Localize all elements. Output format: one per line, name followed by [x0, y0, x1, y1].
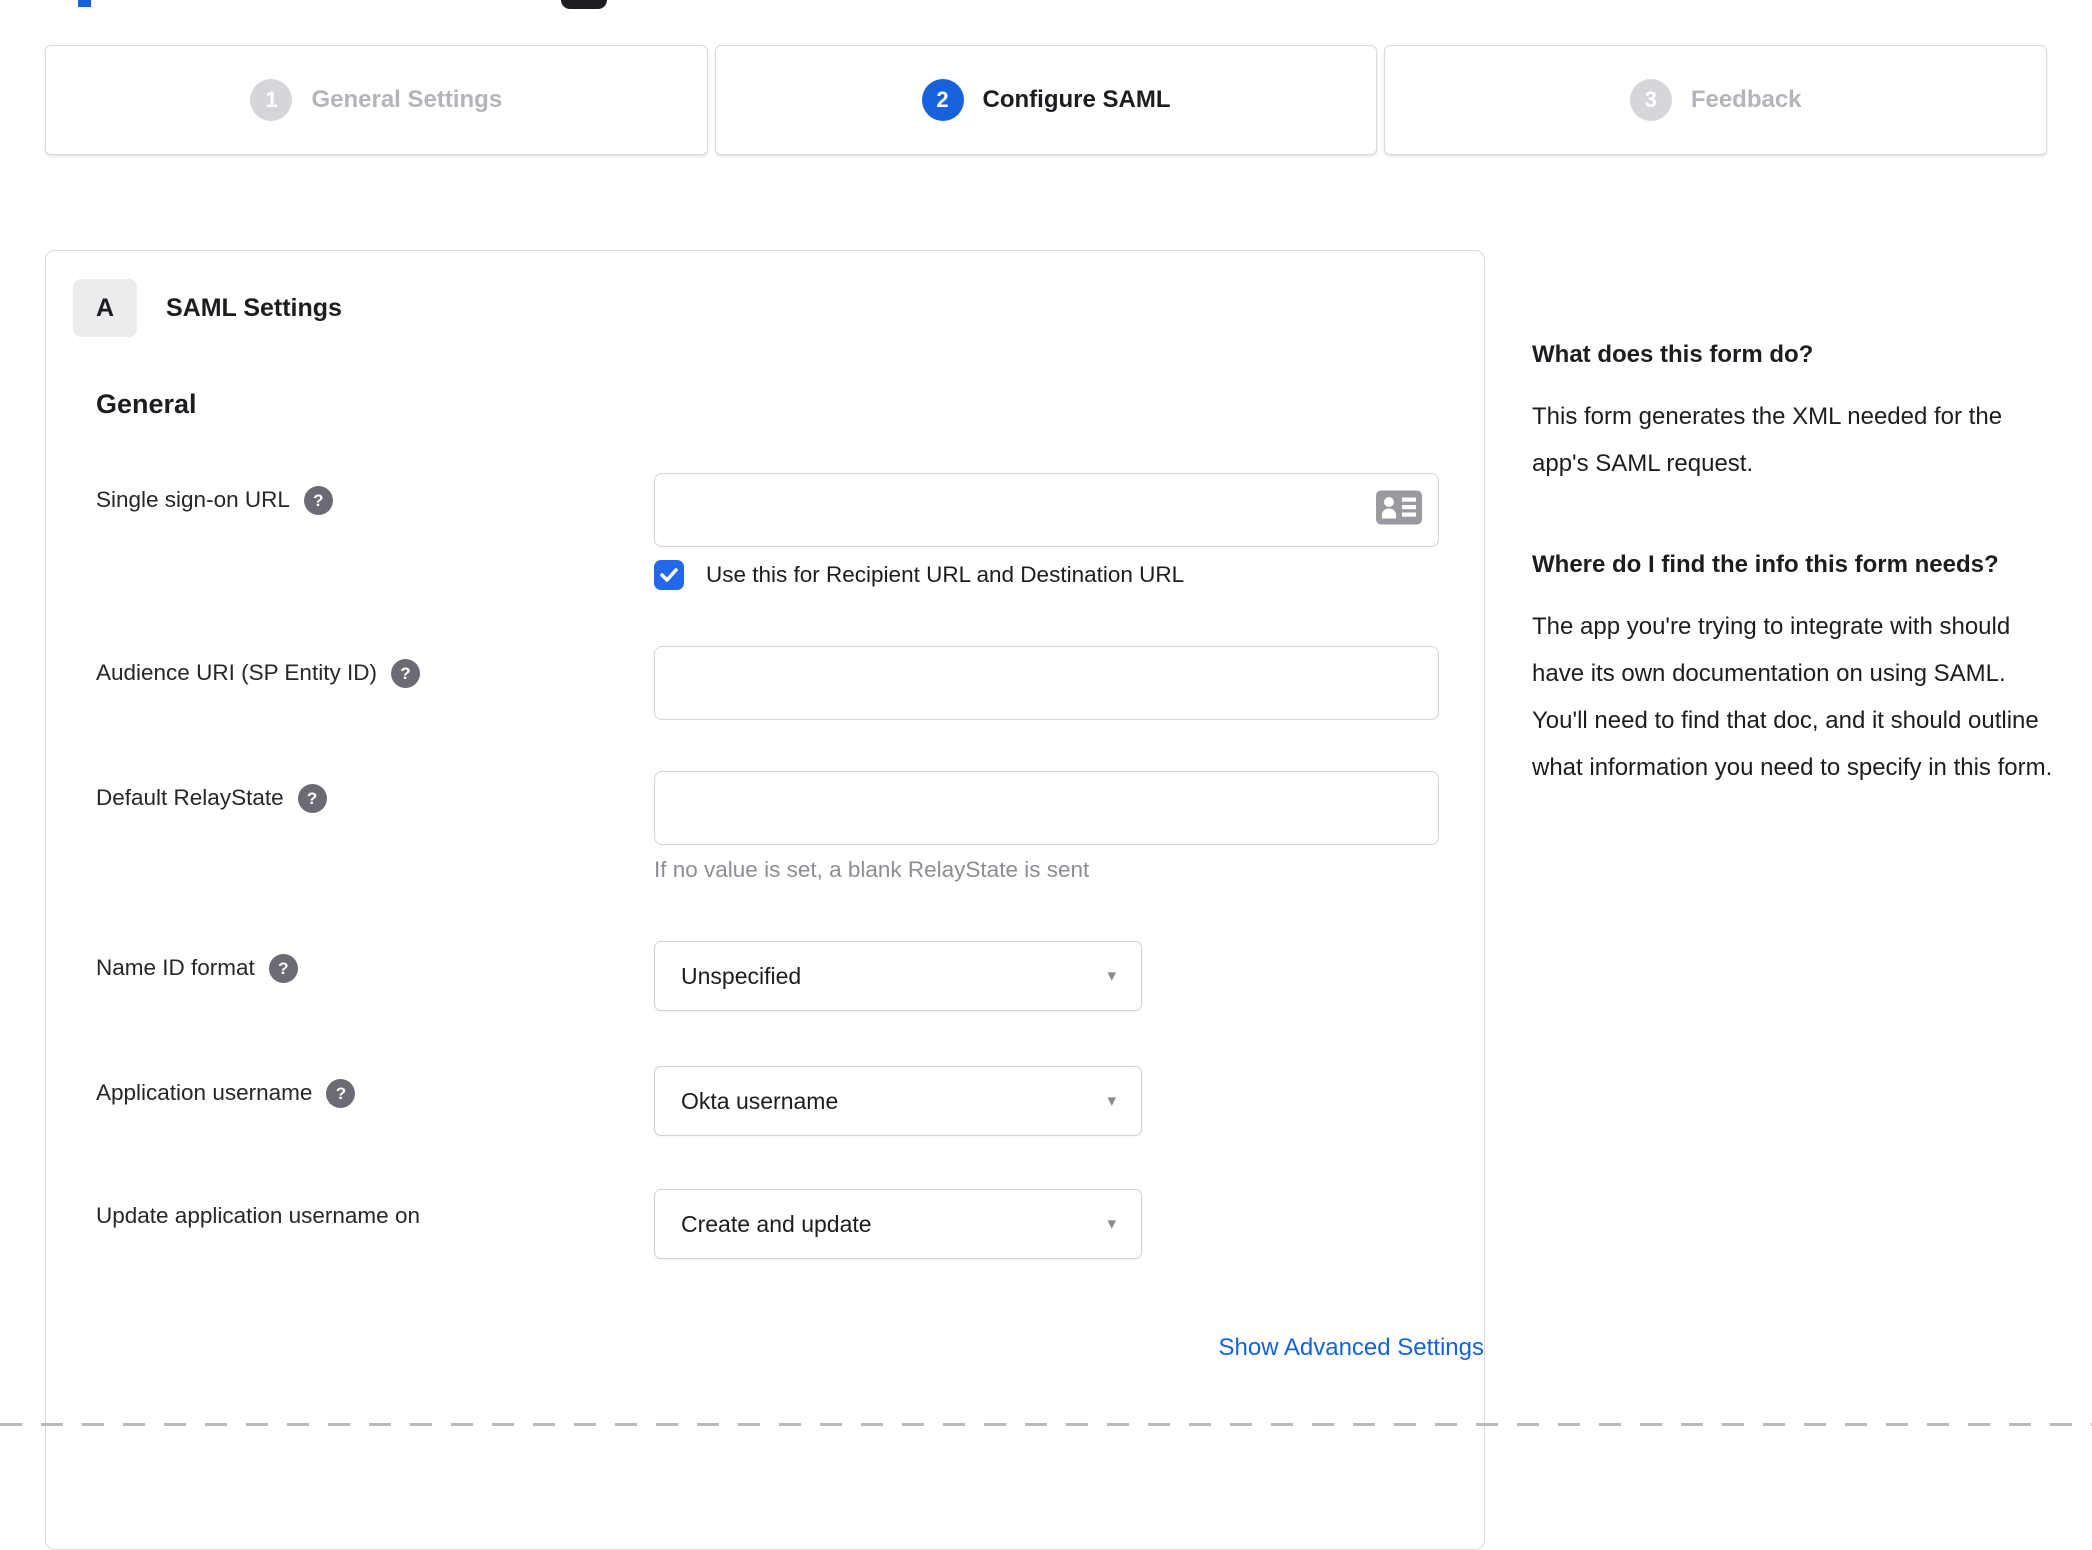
show-advanced-settings-link[interactable]: Show Advanced Settings: [1218, 1334, 1484, 1361]
help-icon[interactable]: ?: [268, 954, 298, 983]
default-relaystate-input[interactable]: [654, 771, 1439, 845]
step-2-label: Configure SAML: [982, 86, 1171, 113]
step-1-circle: 1: [250, 79, 293, 121]
recipient-url-checkbox[interactable]: [654, 560, 684, 590]
field-row-application-username: Application username ? Okta username ▾: [96, 1066, 1484, 1136]
help-heading: Where do I find the info this form needs…: [1532, 551, 1999, 578]
update-application-username-select[interactable]: Create and update ▾: [654, 1189, 1142, 1259]
field-row-default-relaystate: Default RelayState ? If no value is set,…: [96, 771, 1484, 883]
field-row-update-application-username: Update application username on Create an…: [96, 1189, 1484, 1259]
help-body: This form generates the XML needed for t…: [1532, 403, 2003, 477]
wizard-stepper: 1 General Settings 2 Configure SAML 3 Fe…: [45, 45, 2048, 155]
step-3-circle: 3: [1629, 79, 1672, 121]
dropdown-value: Unspecified: [681, 962, 802, 989]
application-username-select[interactable]: Okta username ▾: [654, 1066, 1142, 1136]
dropdown-value: Okta username: [681, 1087, 839, 1114]
help-section-where: Where do I find the info this form needs…: [1532, 543, 2054, 791]
step-general-settings: 1 General Settings: [45, 45, 708, 155]
help-icon[interactable]: ?: [303, 486, 333, 515]
step-1-label: General Settings: [311, 86, 503, 113]
field-label: Default RelayState: [96, 785, 284, 810]
field-label: Single sign-on URL: [96, 487, 290, 512]
relaystate-helper-text: If no value is set, a blank RelayState i…: [654, 857, 1090, 882]
dropdown-value: Create and update: [681, 1210, 872, 1237]
field-row-single-sign-on-url: Single sign-on URL ? Use this for Recipi…: [96, 473, 1484, 590]
contact-card-autofill-icon[interactable]: [1376, 490, 1422, 530]
field-label: Application username: [96, 1080, 313, 1105]
step-configure-saml: 2 Configure SAML: [714, 45, 1378, 155]
help-heading: What does this form do?: [1532, 341, 1814, 368]
panel-title: SAML Settings: [166, 293, 342, 322]
chevron-down-icon: ▾: [1107, 1214, 1116, 1233]
field-label: Audience URI (SP Entity ID): [96, 660, 377, 685]
field-label: Name ID format: [96, 955, 255, 980]
chevron-down-icon: ▾: [1107, 1091, 1116, 1110]
help-icon[interactable]: ?: [297, 784, 327, 813]
check-icon: [660, 568, 678, 582]
audience-uri-input[interactable]: [654, 646, 1439, 720]
section-a-badge: A: [73, 279, 137, 337]
help-icon[interactable]: ?: [390, 659, 420, 688]
field-row-audience-uri: Audience URI (SP Entity ID) ?: [96, 646, 1484, 720]
step-2-circle: 2: [921, 79, 964, 121]
field-label: Update application username on: [96, 1203, 420, 1228]
help-body: The app you're trying to integrate with …: [1532, 613, 2053, 781]
name-id-format-select[interactable]: Unspecified ▾: [654, 941, 1142, 1011]
cutoff-blue-fragment: [78, 0, 91, 7]
help-sidebar: What does this form do? This form genera…: [1532, 333, 2054, 847]
saml-settings-panel: A SAML Settings General Single sign-on U…: [45, 250, 1485, 1550]
help-icon[interactable]: ?: [326, 1079, 356, 1108]
recipient-url-checkbox-label[interactable]: Use this for Recipient URL and Destinati…: [706, 562, 1184, 588]
cutoff-icon-fragment: [561, 0, 607, 9]
general-section-heading: General: [96, 389, 197, 419]
chevron-down-icon: ▾: [1107, 966, 1116, 985]
step-feedback: 3 Feedback: [1384, 45, 2048, 155]
help-section-what: What does this form do? This form genera…: [1532, 333, 2054, 487]
step-3-label: Feedback: [1690, 86, 1802, 113]
single-sign-on-url-input[interactable]: [654, 473, 1439, 547]
field-row-name-id-format: Name ID format ? Unspecified ▾: [96, 941, 1484, 1011]
